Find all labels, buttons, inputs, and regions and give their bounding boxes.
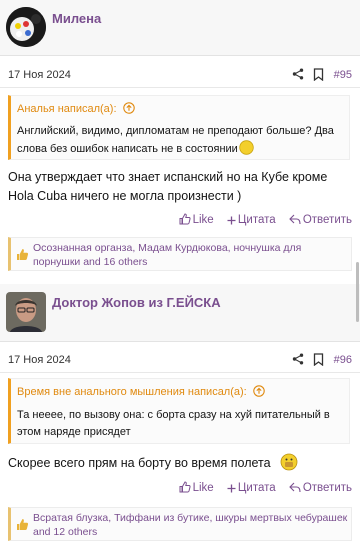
reply-icon (289, 214, 301, 225)
quote-author[interactable]: Аналья написал(а): (17, 102, 135, 115)
plus-icon (227, 484, 236, 493)
like-label: Like (192, 214, 214, 226)
quote-author[interactable]: Время вне анального мышления написал(а): (17, 385, 265, 398)
reaction-users[interactable]: Осознанная органза, Мадам Курдюкова, ноч… (33, 241, 351, 269)
bookmark-icon[interactable] (313, 68, 324, 81)
reply-button[interactable]: Ответить (289, 482, 352, 494)
reply-label: Ответить (302, 482, 352, 494)
arrow-up-circle-icon[interactable] (122, 102, 135, 114)
reaction-users[interactable]: Всратая блузка, Тиффани из бутике, шкуры… (33, 511, 351, 539)
quote-label: Цитата (237, 482, 276, 494)
reply-icon (289, 482, 301, 493)
post-meta: 17 Ноя 2024 #96 (0, 347, 360, 373)
username[interactable]: Доктор Жопов из Г.ЕЙСКА (52, 295, 221, 310)
post-number[interactable]: #95 (334, 69, 352, 81)
post-meta: 17 Ноя 2024 #95 (0, 62, 360, 88)
arrow-up-circle-icon[interactable] (253, 385, 265, 397)
quote-label: Цитата (237, 214, 276, 226)
like-label: Like (192, 482, 214, 494)
quote-text: Та нееее, по вызову она: с борта сразу н… (17, 409, 330, 438)
post-message: Скорее всего прям на борту во время поле… (8, 453, 353, 473)
post-date[interactable]: 17 Ноя 2024 (8, 354, 71, 366)
quote-author-label[interactable]: Время вне анального мышления написал(а): (17, 386, 247, 398)
reactions-bar[interactable]: Всратая блузка, Тиффани из бутике, шкуры… (8, 507, 352, 541)
thumbs-up-icon (179, 213, 191, 225)
bookmark-icon[interactable] (313, 353, 324, 366)
post-date[interactable]: 17 Ноя 2024 (8, 69, 71, 81)
avatar[interactable] (6, 7, 46, 47)
post-actions: Like Цитата Ответить (169, 481, 352, 497)
scrollbar[interactable] (356, 262, 359, 322)
avatar[interactable] (6, 292, 46, 332)
thumbs-up-icon (179, 481, 191, 493)
quote-block: Аналья написал(а): Английский, видимо, д… (8, 95, 350, 160)
username[interactable]: Милена (52, 11, 101, 26)
share-icon[interactable] (292, 353, 304, 365)
reactions-bar[interactable]: Осознанная органза, Мадам Курдюкова, ноч… (8, 237, 352, 271)
post-actions: Like Цитата Ответить (169, 213, 352, 229)
quote-block: Время вне анального мышления написал(а):… (8, 378, 350, 444)
reply-button[interactable]: Ответить (289, 214, 352, 226)
share-icon[interactable] (292, 68, 304, 80)
like-button[interactable]: Like (179, 213, 214, 226)
quote-text-content: Английский, видимо, дипломатам не препод… (17, 125, 334, 155)
post-message: Она утверждает что знает испанский но на… (8, 170, 328, 203)
post-number[interactable]: #96 (334, 354, 352, 366)
emoji-icon (280, 453, 298, 471)
reply-label: Ответить (302, 214, 352, 226)
quote-text: Английский, видимо, дипломатам не препод… (17, 123, 347, 158)
quote-button[interactable]: Цитата (227, 214, 276, 226)
post-95-header: Милена (0, 0, 360, 56)
post-96-header: Доктор Жопов из Г.ЕЙСКА (0, 284, 360, 342)
thumbs-up-icon (17, 519, 29, 530)
like-button[interactable]: Like (179, 481, 214, 494)
plus-icon (227, 216, 236, 225)
post-message-text: Скорее всего прям на борту во время поле… (8, 456, 271, 470)
quote-author-label[interactable]: Аналья написал(а): (17, 103, 117, 115)
thumbs-up-icon (17, 249, 29, 260)
emoji-icon (239, 140, 254, 155)
quote-button[interactable]: Цитата (227, 482, 276, 494)
